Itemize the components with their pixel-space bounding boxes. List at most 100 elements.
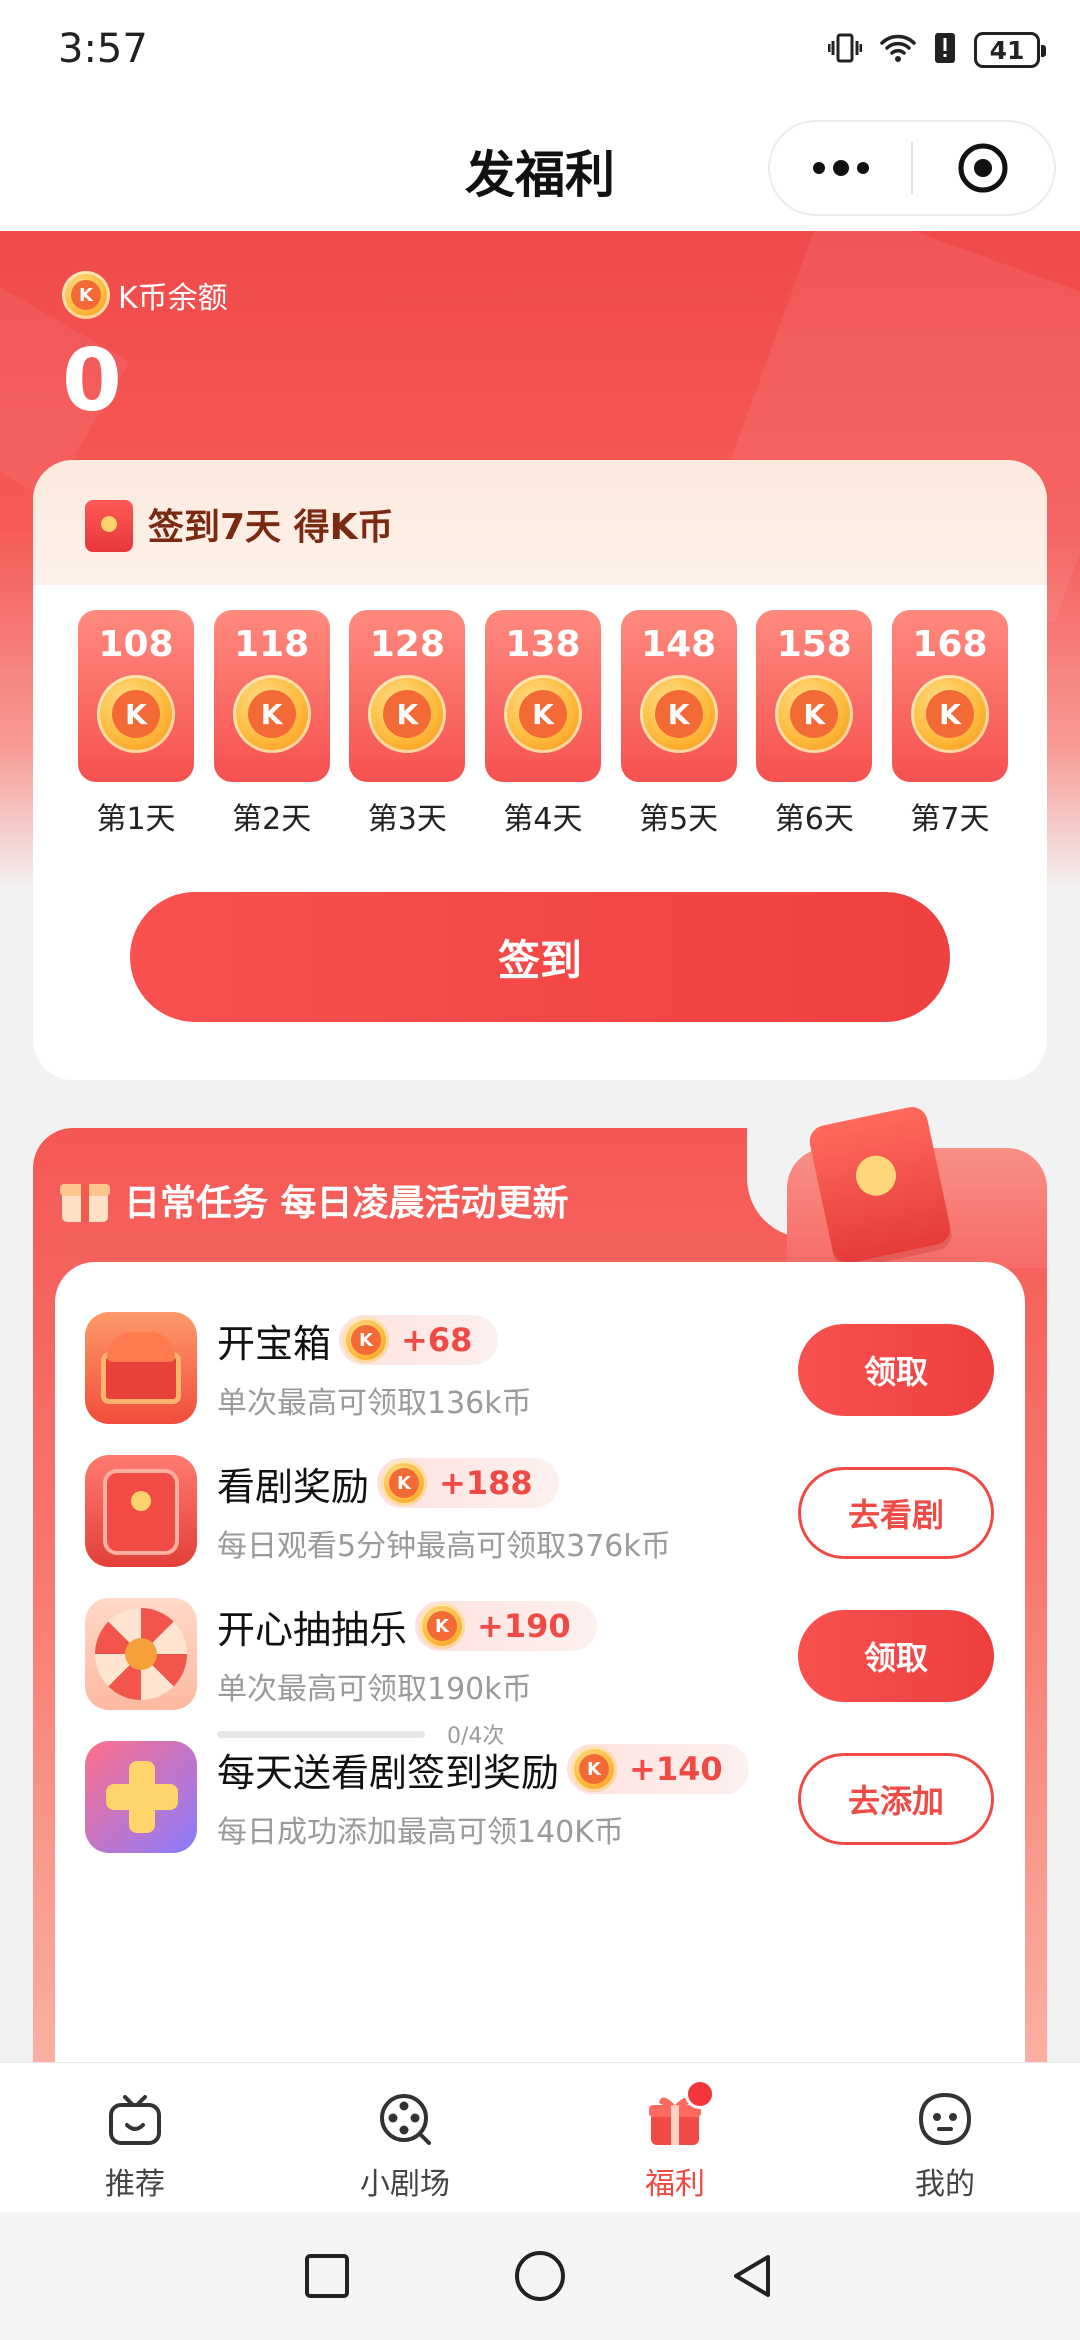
home-button[interactable] — [510, 2246, 570, 2306]
task-name: 每天送看剧签到奖励 — [217, 1750, 560, 1795]
task-item-add-shortcut: 每天送看剧签到奖励 K +140 每日成功添加最高可领140K币 去添加 — [55, 1741, 1025, 1921]
status-time: 3:57 — [58, 26, 148, 72]
gift-icon — [60, 1178, 110, 1222]
recents-button[interactable] — [297, 2246, 357, 2306]
miniapp-capsule — [768, 120, 1056, 216]
tab-recommend[interactable]: 推荐 — [0, 2063, 270, 2213]
add-plus-icon — [85, 1741, 197, 1853]
k-coin-icon: K — [419, 1603, 466, 1649]
reward-badge: K +68 — [339, 1315, 499, 1365]
circle-icon — [514, 2251, 565, 2301]
day-amount: 118 — [234, 624, 310, 665]
battery-indicator: 41 — [974, 32, 1046, 68]
more-button[interactable] — [770, 120, 911, 216]
day-label: 第2天 — [232, 802, 312, 837]
k-coin-icon: K — [910, 675, 989, 753]
checkin-day: 128 K 第3天 — [349, 610, 466, 838]
k-coin-icon: K — [62, 271, 110, 319]
day-label: 第7天 — [910, 802, 990, 837]
go-add-button[interactable]: 去添加 — [798, 1753, 994, 1845]
day-amount: 168 — [912, 624, 988, 665]
tab-theater[interactable]: 小剧场 — [270, 2063, 540, 2213]
day-reward-tile: 168 K — [891, 610, 1008, 782]
checkin-days: 108 K 第1天 118 K 第2天 128 K 第3天 138 K 第4天 — [78, 610, 1008, 838]
checkin-card: 签到7天 得K币 108 K 第1天 118 K 第2天 128 K 第3天 1… — [33, 460, 1047, 1080]
day-reward-tile: 108 K — [78, 610, 194, 782]
k-coin-icon: K — [775, 675, 854, 753]
k-coin-icon: K — [381, 1460, 428, 1506]
reward-badge: K +188 — [377, 1458, 559, 1508]
k-coin-icon: K — [639, 675, 718, 753]
back-button[interactable] — [723, 2246, 783, 2306]
k-coin-icon: K — [343, 1317, 390, 1363]
lucky-wheel-icon — [85, 1598, 197, 1710]
task-description: 每日成功添加最高可领140K币 — [217, 1815, 624, 1850]
checkin-day: 158 K 第6天 — [756, 610, 873, 838]
tab-welfare[interactable]: 福利 — [540, 2063, 810, 2213]
task-title-row: 看剧奖励 K +188 — [217, 1455, 559, 1511]
day-amount: 148 — [641, 624, 717, 665]
day-amount: 128 — [369, 624, 445, 665]
status-icons: 41 — [827, 28, 1046, 72]
red-envelope-icon — [85, 500, 133, 552]
reward-badge: K +140 — [567, 1744, 749, 1794]
task-title-row: 每天送看剧签到奖励 K +140 — [217, 1741, 749, 1797]
vibrate-icon — [827, 31, 863, 69]
day-label: 第6天 — [774, 802, 854, 837]
go-watch-button[interactable]: 去看剧 — [798, 1467, 994, 1559]
day-amount: 108 — [98, 624, 174, 665]
checkin-day: 118 K 第2天 — [213, 610, 330, 838]
title-bar: 发福利 — [0, 105, 1080, 231]
balance-value: 0 — [62, 331, 122, 431]
balance-label-text: K币余额 — [118, 281, 228, 316]
notification-dot — [685, 2079, 715, 2109]
claim-button[interactable]: 领取 — [798, 1324, 994, 1416]
status-bar: 3:57 41 — [0, 0, 1080, 105]
tv-icon — [105, 2089, 165, 2149]
profile-face-icon — [915, 2089, 975, 2149]
red-envelope-task-icon — [85, 1455, 197, 1567]
day-reward-tile: 148 K — [620, 610, 737, 782]
checkin-day: 168 K 第7天 — [891, 610, 1008, 838]
task-title-row: 开宝箱 K +68 — [217, 1312, 499, 1368]
reward-amount: +188 — [439, 1464, 533, 1502]
gift-box-icon — [645, 2079, 715, 2149]
k-coin-icon: K — [368, 675, 447, 753]
task-description: 单次最高可领取136k币 — [217, 1386, 532, 1421]
reward-amount: +68 — [401, 1321, 473, 1359]
task-description: 单次最高可领取190k币 — [217, 1672, 532, 1707]
claim-button[interactable]: 领取 — [798, 1610, 994, 1702]
day-label: 第5天 — [639, 802, 719, 837]
reward-amount: +190 — [477, 1607, 571, 1645]
day-label: 第4天 — [503, 802, 583, 837]
tasks-header: 日常任务 每日凌晨活动更新 — [60, 1174, 569, 1226]
task-title-row: 开心抽抽乐 K +190 — [217, 1598, 597, 1654]
balance-label: K K币余额 — [62, 271, 228, 319]
checkin-header: 签到7天 得K币 — [33, 460, 1047, 585]
alert-icon — [934, 31, 956, 69]
bottom-tab-bar: 推荐 小剧场 福利 我的 — [0, 2062, 1080, 2212]
checkin-day: 108 K 第1天 — [78, 610, 194, 838]
task-name: 开宝箱 — [217, 1321, 332, 1366]
tab-label: 推荐 — [105, 2167, 165, 2202]
day-amount: 138 — [505, 624, 581, 665]
tab-label: 我的 — [915, 2167, 975, 2202]
checkin-day: 138 K 第4天 — [484, 610, 601, 838]
reward-badge: K +190 — [415, 1601, 597, 1651]
target-close-icon — [958, 143, 1008, 193]
day-label: 第3天 — [367, 802, 447, 837]
day-reward-tile: 158 K — [756, 610, 873, 782]
treasure-chest-icon — [85, 1312, 197, 1424]
task-description: 每日观看5分钟最高可领取376k币 — [217, 1529, 671, 1564]
reward-amount: +140 — [629, 1750, 723, 1788]
sign-in-button[interactable]: 签到 — [130, 892, 950, 1022]
wifi-icon — [880, 33, 916, 67]
tab-label: 福利 — [645, 2167, 705, 2202]
k-coin-icon: K — [503, 675, 582, 753]
checkin-day: 148 K 第5天 — [620, 610, 737, 838]
close-miniapp-button[interactable] — [913, 120, 1054, 216]
day-reward-tile: 138 K — [484, 610, 601, 782]
day-label: 第1天 — [96, 802, 176, 837]
tab-mine[interactable]: 我的 — [810, 2063, 1080, 2213]
k-coin-icon: K — [232, 675, 311, 753]
